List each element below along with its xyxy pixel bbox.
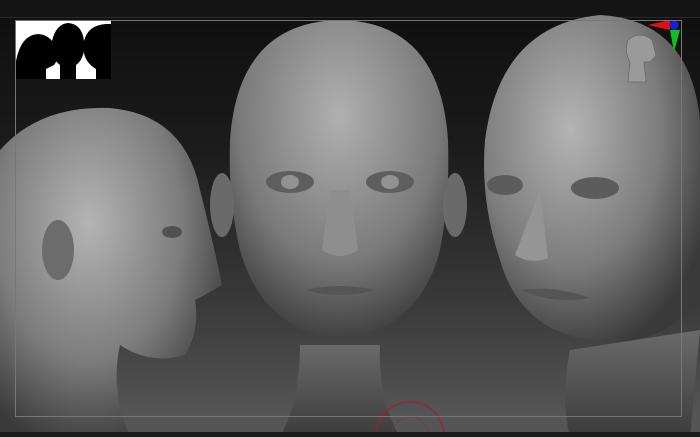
head-three-quarter-view bbox=[484, 15, 700, 437]
head-front-view bbox=[210, 20, 467, 437]
eye-right bbox=[571, 177, 619, 199]
ear-left bbox=[210, 173, 234, 237]
ear-right bbox=[443, 173, 467, 237]
eye bbox=[162, 226, 182, 238]
ear bbox=[42, 220, 74, 280]
eye-left bbox=[487, 175, 523, 195]
silhouette-thumbnail[interactable] bbox=[16, 21, 111, 79]
bottom-toolbar bbox=[0, 432, 700, 437]
silhouette-icon bbox=[16, 23, 111, 79]
head-profile-view bbox=[0, 107, 222, 437]
zbrush-viewport[interactable] bbox=[0, 0, 700, 437]
